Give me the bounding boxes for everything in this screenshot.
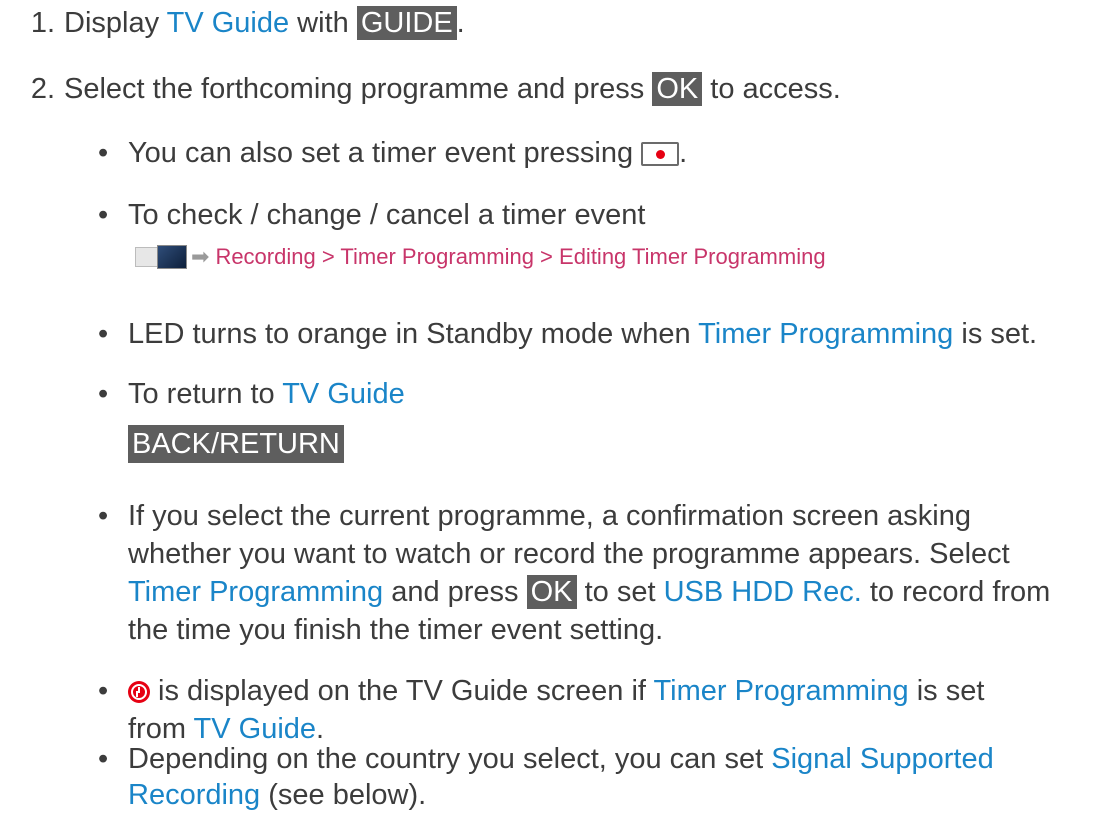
step-number: 1. [30, 7, 55, 39]
bullet: • [98, 199, 109, 231]
bullet-text: to set [576, 576, 664, 608]
bullet-item-clock-l1: is displayed on the TV Guide screen if T… [128, 673, 984, 709]
step-text: Display [64, 7, 167, 39]
bullet-text: (see below). [260, 779, 427, 811]
bullet-text: is displayed on the TV Guide screen if [150, 675, 654, 707]
bullet-item-led: LED turns to orange in Standby mode when… [128, 316, 1037, 352]
bullet-text: is set. [953, 318, 1038, 350]
bullet: • [98, 743, 109, 775]
bullet-text: To return to [128, 378, 283, 410]
arrow-right-icon: ➡ [191, 244, 210, 269]
bullet-item-country-l1: Depending on the country you select, you… [128, 741, 994, 777]
bullet: • [98, 318, 109, 350]
bullet-text: to record from [861, 576, 1051, 608]
bullet: • [98, 137, 109, 169]
step-text: with [289, 7, 357, 39]
bullet: • [98, 500, 109, 532]
home-menu-icon [135, 243, 187, 269]
step-number: 2. [30, 73, 55, 105]
bullet-text: You can also set a timer event pressing [128, 137, 642, 169]
menu-item-signal-supported-recording: Signal Supported [771, 743, 994, 775]
bullet-text: . [679, 137, 688, 169]
bullet-text: LED turns to orange in Standby mode when [128, 318, 699, 350]
nav-path: ➡ Recording > Timer Programming > Editing… [135, 240, 826, 274]
bullet-item-current-programme-l3: Timer Programming and press OK to set US… [128, 574, 1050, 610]
bullet-item-current-programme-l1: If you select the current programme, a c… [128, 498, 971, 534]
menu-item-timer-programming: Timer Programming [653, 675, 909, 707]
bullet-item-current-programme-l4: the time you finish the timer event sett… [128, 612, 663, 648]
nav-path-text[interactable]: Recording > Timer Programming > Editing … [215, 244, 825, 269]
key-back-return: BACK/RETURN [128, 425, 344, 463]
bullet-item-country-l2: Recording (see below). [128, 777, 426, 813]
bullet-text: To check / change / cancel a timer event [128, 199, 646, 231]
bullet-text: the time you finish the timer event sett… [128, 614, 664, 646]
menu-item-timer-programming: Timer Programming [128, 576, 384, 608]
bullet-text: whether you want to watch or record the … [128, 538, 1010, 570]
step-text: Select the forthcoming programme and pre… [64, 73, 653, 105]
bullet-item-check-timer: To check / change / cancel a timer event [128, 197, 645, 233]
bullet-item-current-programme-l2: whether you want to watch or record the … [128, 536, 1010, 572]
timer-clock-icon [128, 681, 150, 703]
key-guide: GUIDE [356, 6, 457, 40]
bullet-text: and press [383, 576, 527, 608]
key-ok: OK [652, 72, 703, 106]
step-text: to access. [702, 73, 841, 105]
menu-item-usb-hdd-rec: USB HDD Rec. [663, 576, 862, 608]
menu-item-timer-programming: Timer Programming [698, 318, 954, 350]
step-text: . [456, 7, 465, 39]
bullet: • [98, 378, 109, 410]
menu-item-tv-guide: TV Guide [282, 378, 405, 410]
bullet-item-record-button: You can also set a timer event pressing … [128, 135, 687, 171]
bullet: • [98, 675, 109, 707]
menu-item-signal-supported-recording: Recording [128, 779, 261, 811]
bullet-text: If you select the current programme, a c… [128, 500, 971, 532]
key-ok: OK [526, 575, 577, 609]
bullet-text: Depending on the country you select, you… [128, 743, 772, 775]
bullet-item-return: To return to TV Guide [128, 376, 405, 412]
menu-item-tv-guide: TV Guide [166, 7, 290, 39]
record-button-icon [641, 142, 680, 166]
bullet-text: is set [908, 675, 985, 707]
